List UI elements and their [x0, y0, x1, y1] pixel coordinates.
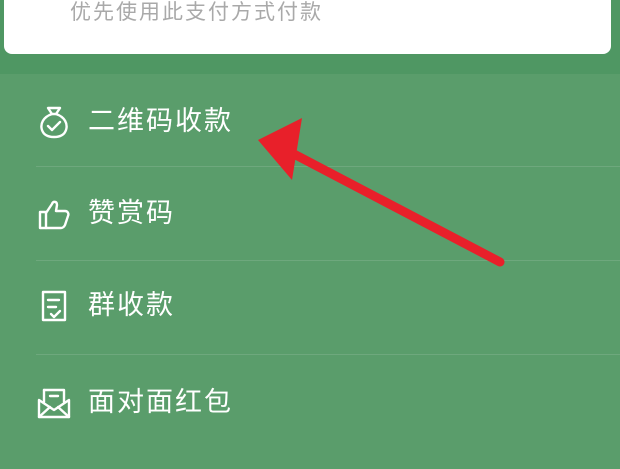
money-bag-icon [36, 104, 72, 140]
menu-item-appreciation-code[interactable]: 赞赏码 [0, 167, 620, 259]
menu-item-label: 二维码收款 [88, 106, 233, 137]
menu-item-group-collect[interactable]: 群收款 [0, 261, 620, 353]
menu-item-qr-receive[interactable]: 二维码收款 [0, 74, 620, 166]
thumbs-up-icon [36, 196, 72, 232]
section-gap [0, 54, 620, 74]
menu-item-label: 群收款 [88, 290, 175, 321]
group-bill-icon [36, 288, 72, 324]
menu-item-face-to-face-red-packet[interactable]: 面对面红包 [0, 355, 620, 447]
payment-options-menu: 二维码收款 赞赏码 群收款 面对面红包 [0, 74, 620, 469]
payment-priority-hint: 优先使用此支付方式付款 [70, 0, 323, 24]
menu-item-label: 赞赏码 [88, 198, 175, 229]
red-packet-icon [36, 385, 72, 421]
menu-item-label: 面对面红包 [88, 387, 233, 418]
payment-method-card[interactable]: 优先使用此支付方式付款 [4, 0, 611, 54]
